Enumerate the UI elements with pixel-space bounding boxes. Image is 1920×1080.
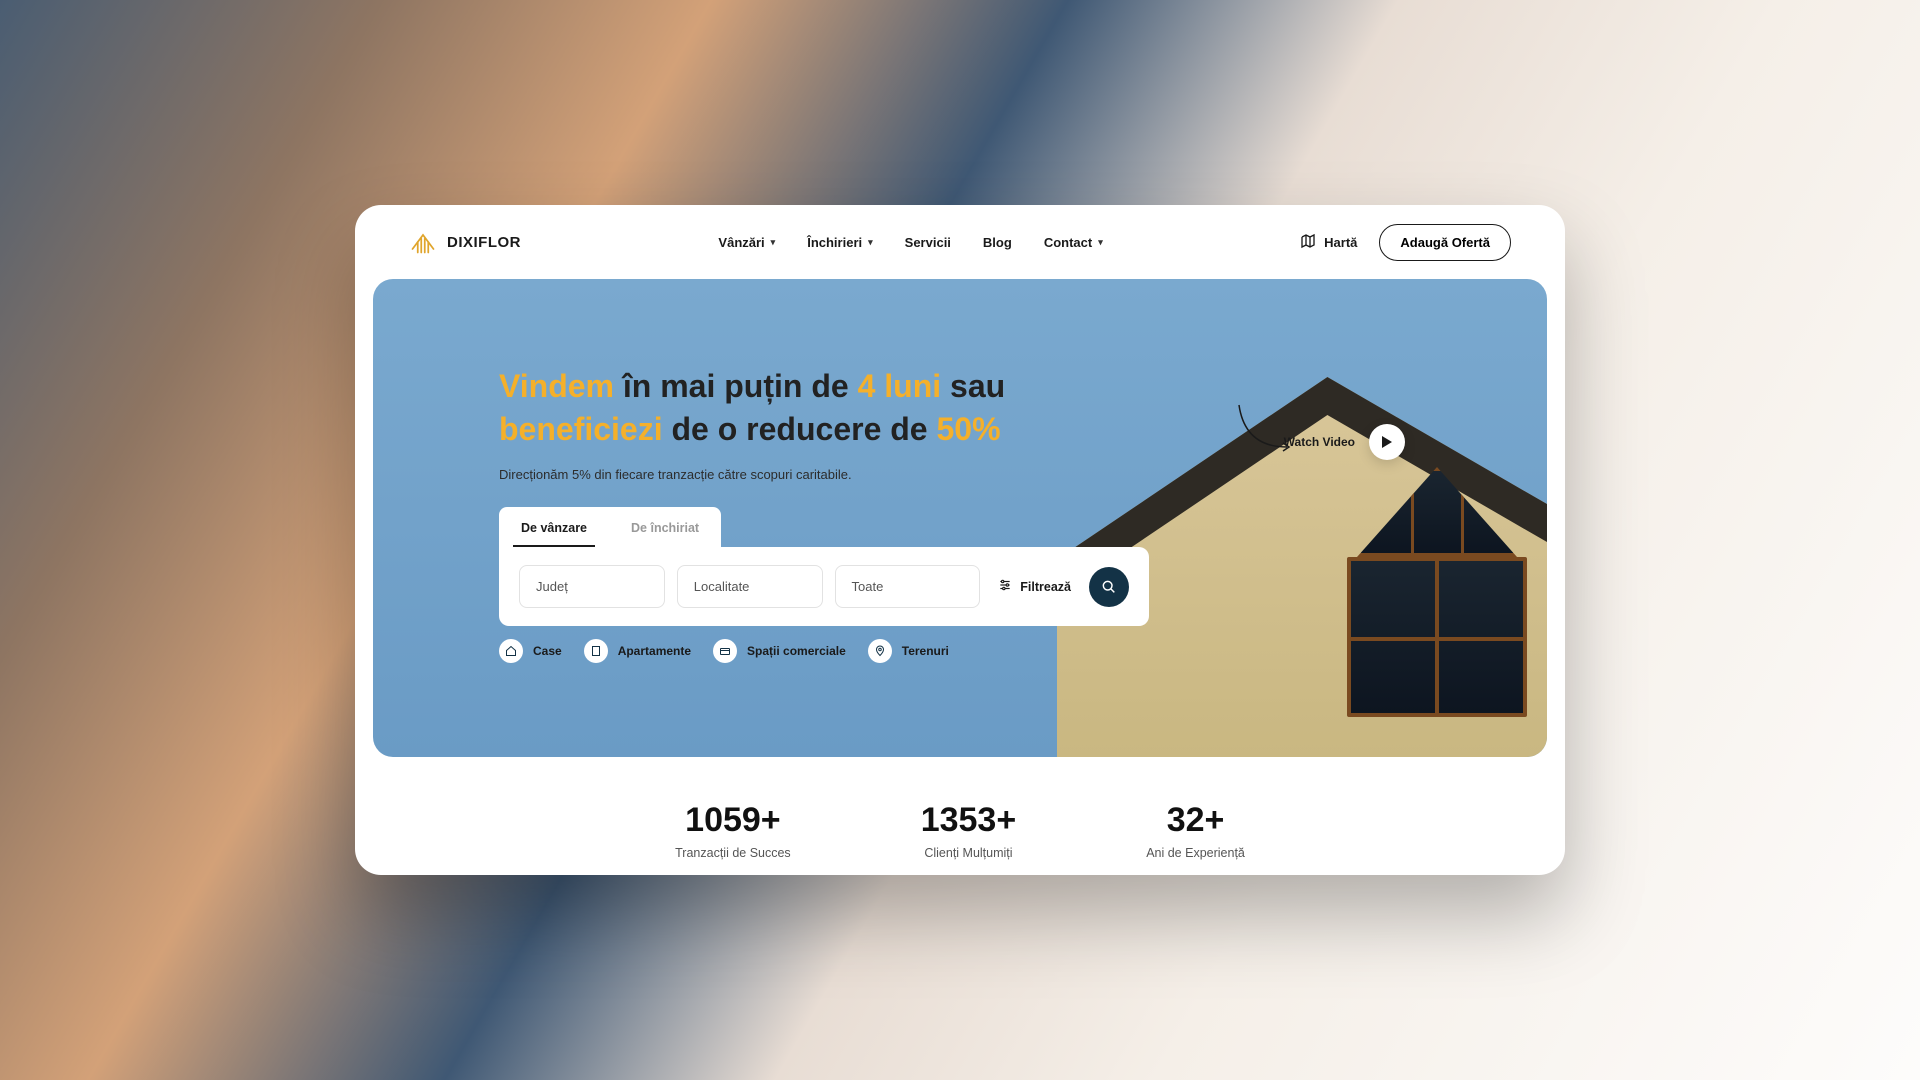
add-offer-button[interactable]: Adaugă Ofertă: [1379, 224, 1511, 261]
nav-servicii[interactable]: Servicii: [905, 235, 951, 250]
app-window: DIXIFLOR Vânzări ▾ Închirieri ▾ Servicii B…: [355, 205, 1565, 875]
hero-content: Vindem în mai puțin de 4 luni sau benefi…: [499, 365, 1005, 482]
store-icon: [713, 639, 737, 663]
stats-row: 1059+ Tranzacții de Succes 1353+ Clienți…: [355, 801, 1565, 860]
chip-terenuri[interactable]: Terenuri: [868, 639, 949, 663]
tab-rent[interactable]: De închiriat: [609, 507, 721, 547]
search-tabs: De vânzare De închiriat: [499, 507, 1149, 547]
select-judet[interactable]: Județ: [519, 565, 665, 608]
stat-label: Tranzacții de Succes: [675, 846, 791, 860]
map-label: Hartă: [1324, 235, 1357, 250]
chip-label: Spații comerciale: [747, 644, 846, 658]
search-button[interactable]: [1089, 567, 1129, 607]
watch-video: Watch Video: [1284, 424, 1405, 460]
hl-part: sau: [941, 368, 1005, 404]
nav-blog[interactable]: Blog: [983, 235, 1012, 250]
chip-label: Apartamente: [618, 644, 691, 658]
hl-part: în mai puțin de: [614, 368, 858, 404]
hl-part: de o reducere de: [663, 411, 937, 447]
category-chips: Case Apartamente Spații comerciale Teren…: [499, 639, 949, 663]
nav-label: Blog: [983, 235, 1012, 250]
search-row: Județ Localitate Toate Filtrează: [499, 547, 1149, 626]
sliders-icon: [998, 578, 1012, 595]
map-link[interactable]: Hartă: [1300, 233, 1357, 252]
brand-name: DIXIFLOR: [447, 234, 521, 251]
filter-label: Filtrează: [1020, 580, 1071, 594]
search-card: De vânzare De închiriat Județ Localitate…: [499, 507, 1149, 626]
home-icon: [499, 639, 523, 663]
logo-icon: [409, 228, 437, 256]
nav-label: Închirieri: [807, 235, 862, 250]
nav-inchirieri[interactable]: Închirieri ▾: [807, 235, 872, 250]
chevron-down-icon: ▾: [1098, 237, 1103, 248]
chip-label: Case: [533, 644, 562, 658]
filter-link[interactable]: Filtrează: [992, 578, 1077, 595]
search-icon: [1101, 579, 1117, 595]
stat-tranzactii: 1059+ Tranzacții de Succes: [675, 801, 791, 860]
nav-contact[interactable]: Contact ▾: [1044, 235, 1103, 250]
chip-case[interactable]: Case: [499, 639, 562, 663]
stat-experienta: 32+ Ani de Experiență: [1146, 801, 1245, 860]
hl-part: 4 luni: [858, 368, 942, 404]
hl-part: beneficiezi: [499, 411, 663, 447]
play-icon: [1382, 436, 1392, 448]
brand-logo[interactable]: DIXIFLOR: [409, 228, 521, 256]
navbar: DIXIFLOR Vânzări ▾ Închirieri ▾ Servicii B…: [355, 205, 1565, 279]
select-localitate[interactable]: Localitate: [677, 565, 823, 608]
map-icon: [1300, 233, 1316, 252]
chip-apartamente[interactable]: Apartamente: [584, 639, 691, 663]
nav-label: Contact: [1044, 235, 1092, 250]
chip-spatii[interactable]: Spații comerciale: [713, 639, 846, 663]
hl-part: 50%: [936, 411, 1000, 447]
nav-menu: Vânzări ▾ Închirieri ▾ Servicii Blog Conta…: [718, 235, 1102, 250]
select-toate[interactable]: Toate: [835, 565, 981, 608]
chip-label: Terenuri: [902, 644, 949, 658]
chevron-down-icon: ▾: [868, 237, 873, 248]
stat-clienti: 1353+ Clienți Mulțumiți: [921, 801, 1017, 860]
hero: Watch Video Vindem în mai puțin de 4 lun…: [373, 279, 1547, 757]
building-icon: [584, 639, 608, 663]
hero-subtitle: Direcționăm 5% din fiecare tranzacție că…: [499, 467, 1005, 482]
stat-label: Clienți Mulțumiți: [921, 846, 1017, 860]
hero-headline: Vindem în mai puțin de 4 luni sau benefi…: [499, 365, 1005, 451]
stat-label: Ani de Experiență: [1146, 846, 1245, 860]
nav-label: Servicii: [905, 235, 951, 250]
tab-sale[interactable]: De vânzare: [499, 507, 609, 547]
hl-part: Vindem: [499, 368, 614, 404]
nav-label: Vânzări: [718, 235, 764, 250]
stat-value: 1353+: [921, 801, 1017, 840]
nav-vanzari[interactable]: Vânzări ▾: [718, 235, 775, 250]
nav-right: Hartă Adaugă Ofertă: [1300, 224, 1511, 261]
chevron-down-icon: ▾: [771, 237, 776, 248]
play-button[interactable]: [1369, 424, 1405, 460]
stat-value: 32+: [1146, 801, 1245, 840]
stat-value: 1059+: [675, 801, 791, 840]
pin-icon: [868, 639, 892, 663]
watch-video-label: Watch Video: [1284, 435, 1355, 449]
